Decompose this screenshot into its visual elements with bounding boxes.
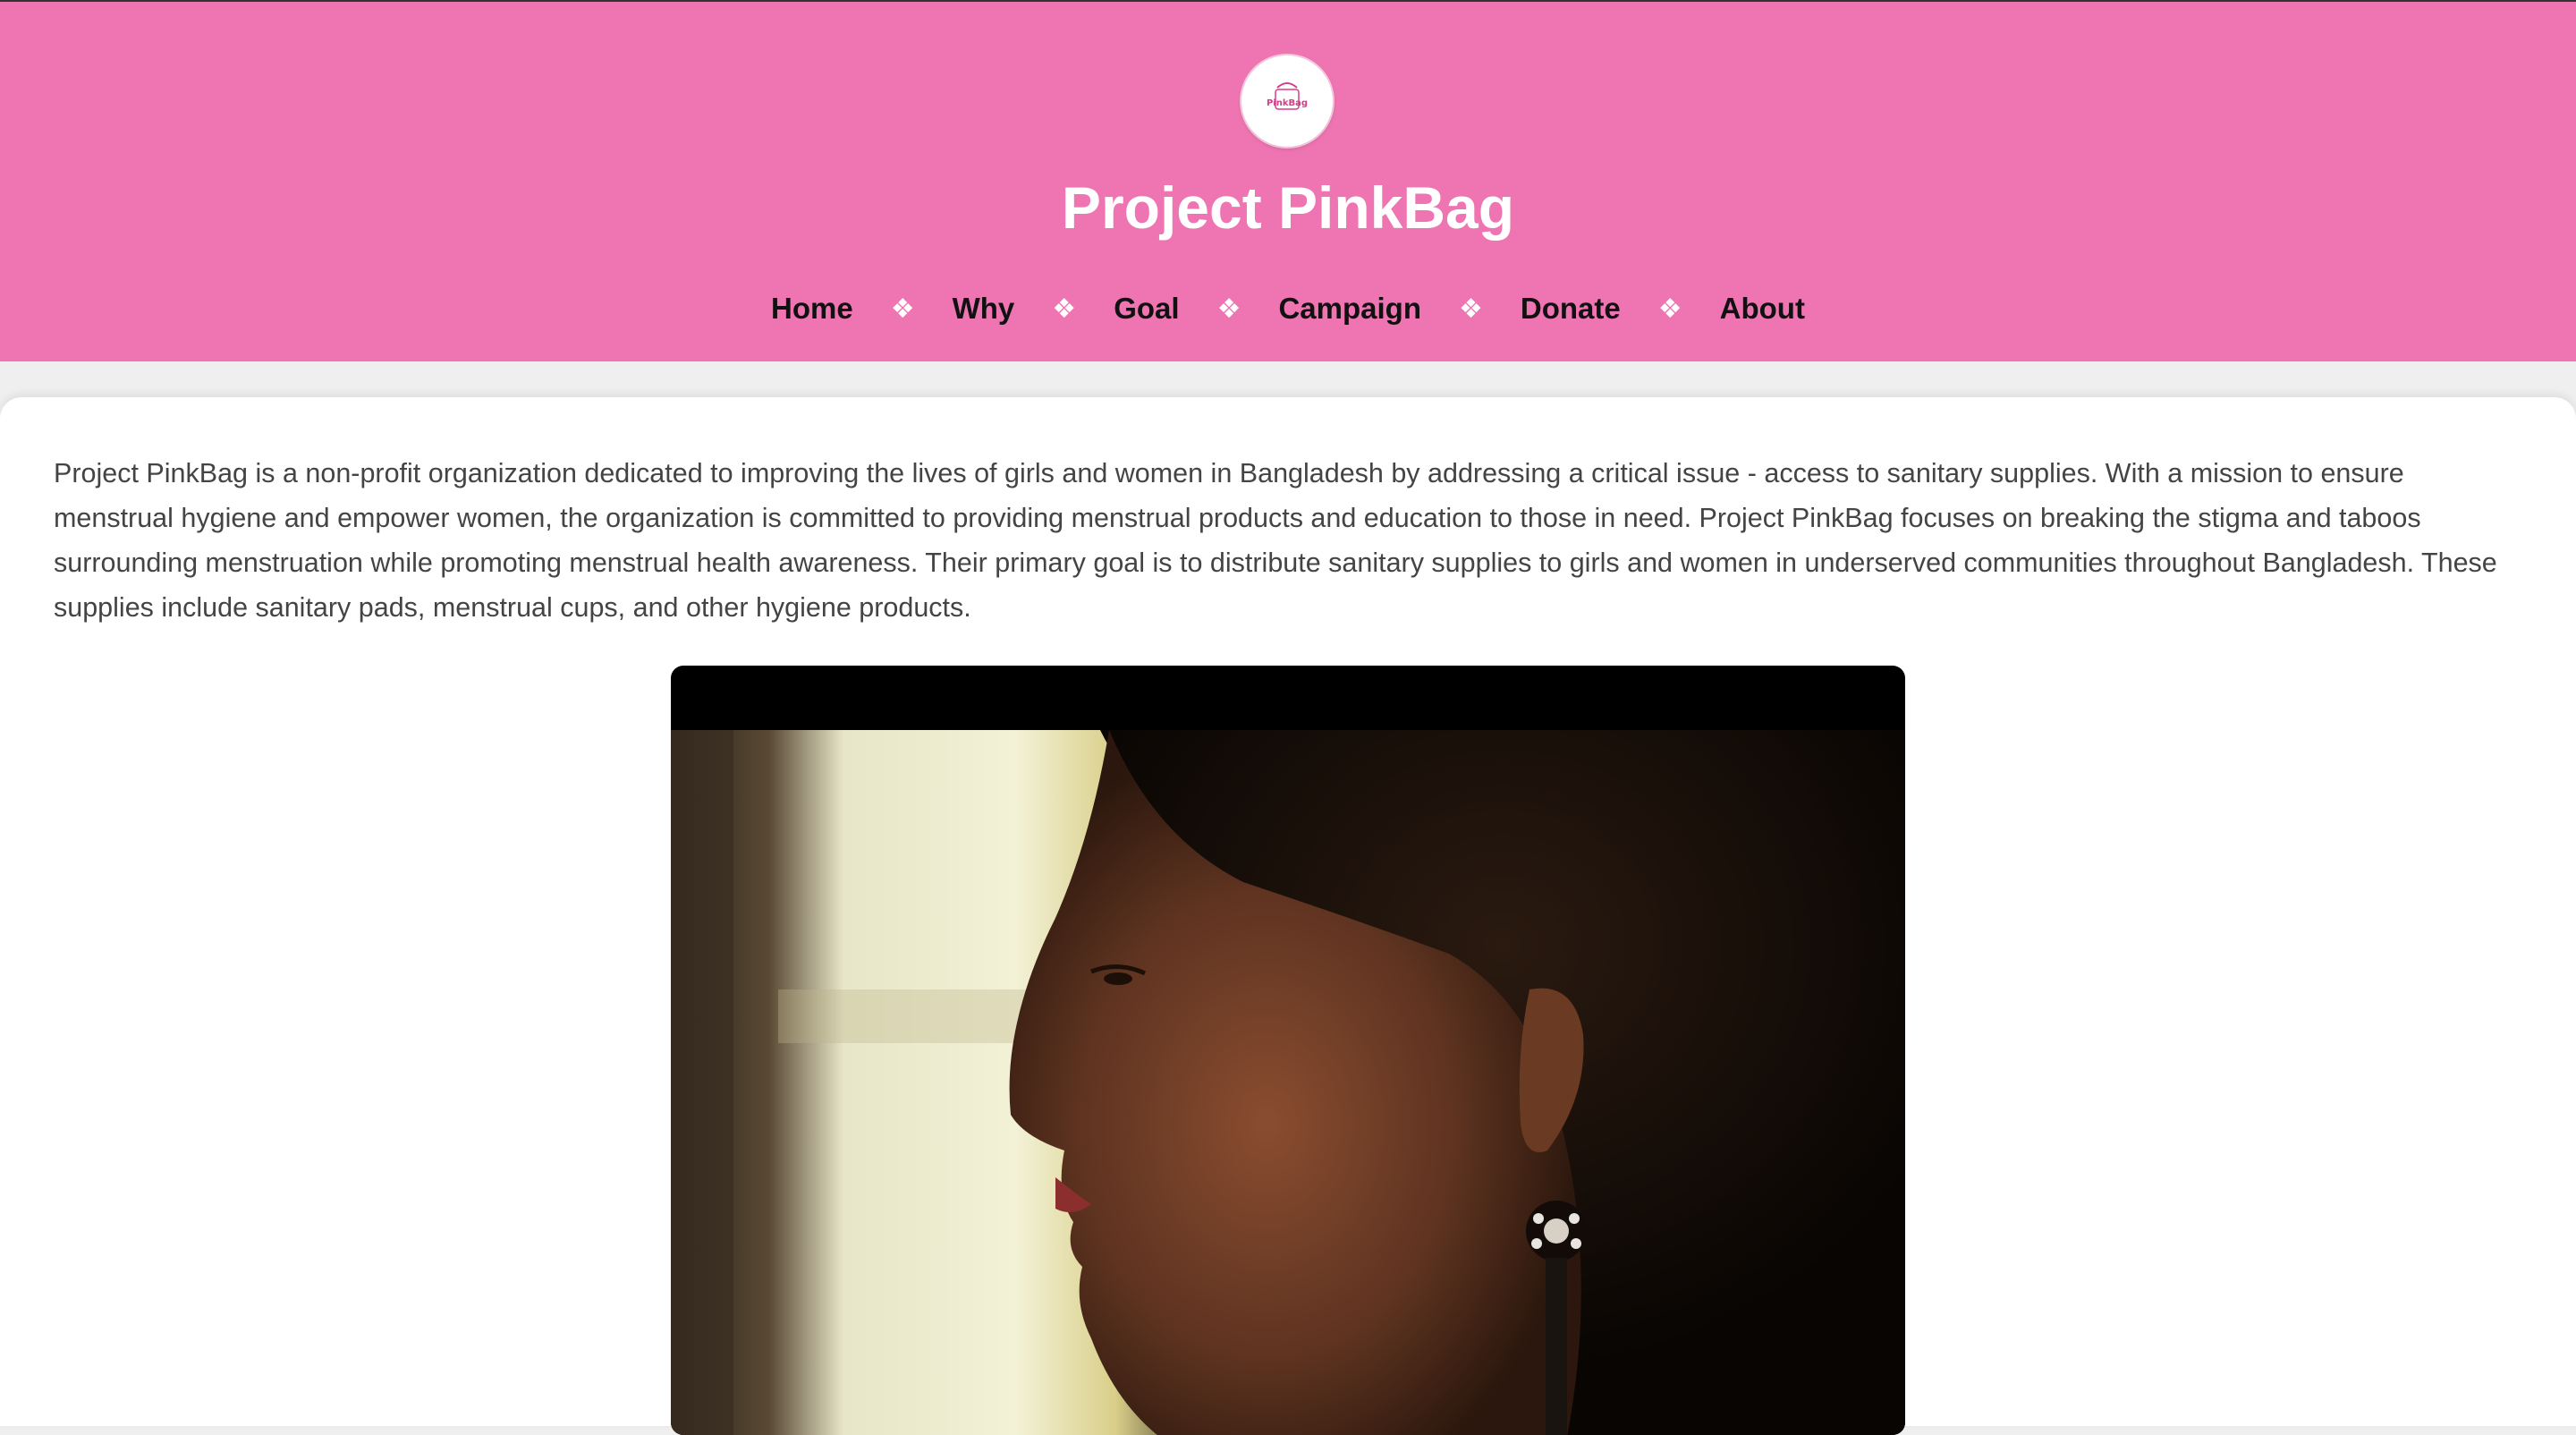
site-title: Project PinkBag	[1061, 174, 1515, 241]
nav-separator-icon: ❖	[890, 293, 915, 325]
nav-home[interactable]: Home	[767, 292, 857, 326]
logo-text: PinkBag	[1266, 98, 1309, 108]
nav-separator-icon: ❖	[1052, 293, 1077, 325]
nav-separator-icon: ❖	[1459, 293, 1483, 325]
nav-separator-icon: ❖	[1216, 293, 1241, 325]
main-content: Project PinkBag is a non-profit organiza…	[0, 397, 2576, 1435]
video-player[interactable]	[671, 666, 1905, 1435]
nav-separator-icon: ❖	[1657, 293, 1682, 325]
site-header: PinkBag Project PinkBag Home ❖ Why ❖ Goa…	[0, 2, 2576, 361]
nav-goal[interactable]: Goal	[1110, 292, 1182, 326]
main-nav: Home ❖ Why ❖ Goal ❖ Campaign ❖ Donate ❖ …	[0, 286, 2576, 331]
video-thumbnail	[671, 730, 1905, 1435]
nav-about[interactable]: About	[1716, 292, 1809, 326]
nav-why[interactable]: Why	[949, 292, 1019, 326]
nav-donate[interactable]: Donate	[1517, 292, 1624, 326]
nav-campaign[interactable]: Campaign	[1275, 292, 1425, 326]
intro-paragraph: Project PinkBag is a non-profit organiza…	[54, 458, 2497, 623]
site-logo[interactable]: PinkBag	[1241, 55, 1333, 147]
